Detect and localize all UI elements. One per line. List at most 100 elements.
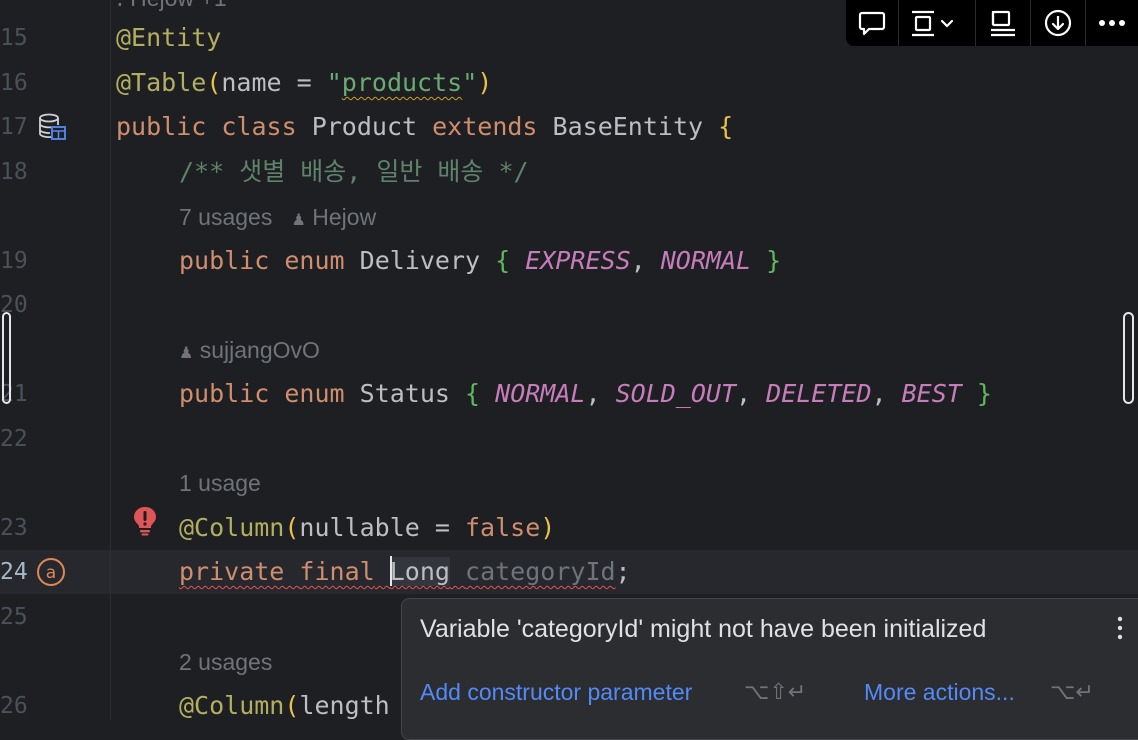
keyword-token: class <box>221 112 297 141</box>
line-number: 23 <box>0 515 28 541</box>
annotation-token: @Entity <box>116 23 222 52</box>
more-icon <box>1099 20 1125 26</box>
download-icon <box>1044 9 1072 37</box>
autowired-annotation-icon[interactable]: a <box>36 557 66 591</box>
keyword-token: enum <box>284 246 345 275</box>
keyword-token: enum <box>284 379 345 408</box>
string-quote: " <box>326 68 342 97</box>
code-line-16[interactable]: @Table(name = "products") <box>116 61 492 105</box>
code-line-17[interactable]: public class Product extends BaseEntity … <box>116 105 733 149</box>
line-number: 15 <box>0 25 28 51</box>
horizontal-scroll-handle-left[interactable] <box>2 312 11 404</box>
string-token: products <box>341 68 463 97</box>
keyword-token: extends <box>432 112 538 141</box>
usages-count[interactable]: 7 usages <box>179 204 272 230</box>
svg-text:a: a <box>46 563 56 583</box>
line-number: 17 <box>0 114 28 140</box>
gutter-separator <box>110 0 111 720</box>
error-bulb-icon[interactable] <box>132 506 158 540</box>
author-icon: ♟ <box>179 345 194 362</box>
enum-constant-token: BEST <box>901 379 962 408</box>
line-number: 18 <box>0 159 28 185</box>
enum-constant-token: DELETED <box>766 379 872 408</box>
popup-more-icon[interactable] <box>1114 613 1126 643</box>
keyword-token: final <box>299 557 375 586</box>
keyword-token: public <box>179 379 270 408</box>
line-number: 16 <box>0 70 28 96</box>
add-constructor-parameter-action[interactable]: Add constructor parameter <box>420 679 726 706</box>
line-number: 22 <box>0 426 28 452</box>
comment-button[interactable] <box>846 0 898 46</box>
keyword-token: public <box>116 112 207 141</box>
more-button[interactable] <box>1085 0 1138 46</box>
enum-name-token: Status <box>359 379 450 408</box>
paren-token: ) <box>477 68 493 97</box>
inlay-hint-usages[interactable]: 2 usages <box>179 640 272 684</box>
text-caret <box>389 556 392 586</box>
inspection-popup: Variable 'categoryId' might not have bee… <box>401 598 1138 740</box>
enum-constant-token: EXPRESS <box>525 246 631 275</box>
line-number: 19 <box>0 248 28 274</box>
inlay-hint-author[interactable]: ♟ sujjangOvO <box>179 328 320 372</box>
vertical-scrollbar-thumb[interactable] <box>1123 312 1134 404</box>
enum-constant-token: NORMAL <box>660 246 752 275</box>
inlay-hint-usages[interactable]: 1 usage <box>179 461 261 505</box>
keyword-token: private <box>179 557 285 586</box>
inlay-hint-usages[interactable]: 7 usages ♟ Hejow <box>179 195 376 239</box>
line-number: 26 <box>0 693 28 719</box>
download-button[interactable] <box>1030 0 1085 46</box>
more-actions-link[interactable]: More actions... <box>864 679 1015 706</box>
code-line-23[interactable]: @Column(nullable = false) <box>179 506 555 550</box>
code-line-18[interactable]: /** 샛별 배송, 일반 배송 */ <box>179 150 529 194</box>
layout-icon <box>991 10 1015 37</box>
usages-count[interactable]: 2 usages <box>179 649 272 675</box>
usages-count[interactable]: 1 usage <box>179 470 261 496</box>
brace-token: } <box>766 246 782 275</box>
author-name[interactable]: sujjangOvO <box>200 337 320 363</box>
paren-token: ( <box>284 513 300 542</box>
string-quote: " <box>462 68 478 97</box>
code-line-21[interactable]: public enum Status { NORMAL, SOLD_OUT, D… <box>179 372 992 416</box>
paren-token: ( <box>206 68 222 97</box>
action2-shortcut: ⌥↵ <box>1050 679 1094 704</box>
brace-token: } <box>976 379 992 408</box>
line-number-current: 24 <box>0 559 28 585</box>
paren-token: ( <box>284 691 300 720</box>
frame-dropdown-icon <box>912 10 954 37</box>
comment-token: /** 샛별 배송, 일반 배송 */ <box>179 157 529 186</box>
paren-token: ) <box>540 513 556 542</box>
semicolon-token: ; <box>615 557 631 586</box>
author-icon: ♟ <box>291 212 306 229</box>
comma-token: , <box>871 379 887 408</box>
comma-token: , <box>736 379 752 408</box>
action1-shortcut: ⌥⇧↵ <box>744 679 807 704</box>
code-line-19[interactable]: public enum Delivery { EXPRESS, NORMAL } <box>179 239 781 283</box>
enum-constant-token: SOLD_OUT <box>615 379 737 408</box>
type-token: Long <box>389 557 450 586</box>
enum-name-token: Delivery <box>359 246 481 275</box>
brace-token: { <box>465 379 481 408</box>
layout-button[interactable] <box>975 0 1030 46</box>
line-number: 25 <box>0 604 28 630</box>
author-name[interactable]: Hejow <box>312 204 376 230</box>
attribute-token: length <box>299 691 390 720</box>
frame-dropdown-button[interactable] <box>898 0 975 46</box>
brace-token: { <box>495 246 511 275</box>
popup-message: Variable 'categoryId' might not have bee… <box>420 615 987 643</box>
attribute-token: nullable = <box>299 513 465 542</box>
boolean-token: false <box>465 513 541 542</box>
comma-token: , <box>585 379 601 408</box>
keyword-token: public <box>179 246 270 275</box>
database-table-icon[interactable] <box>37 112 67 146</box>
class-name-token: Product <box>311 112 418 141</box>
variable-token: categoryId <box>465 557 616 586</box>
annotation-token: @Column <box>179 691 285 720</box>
comment-icon <box>858 11 886 36</box>
enum-constant-token: NORMAL <box>495 379 586 408</box>
brace-token: { <box>718 112 734 141</box>
code-line-26[interactable]: @Column(length <box>179 684 390 728</box>
code-line-24[interactable]: private final Long categoryId; <box>179 550 631 594</box>
code-line-15[interactable]: @Entity <box>116 16 221 60</box>
floating-toolbar <box>846 0 1138 46</box>
comma-token: , <box>630 246 646 275</box>
